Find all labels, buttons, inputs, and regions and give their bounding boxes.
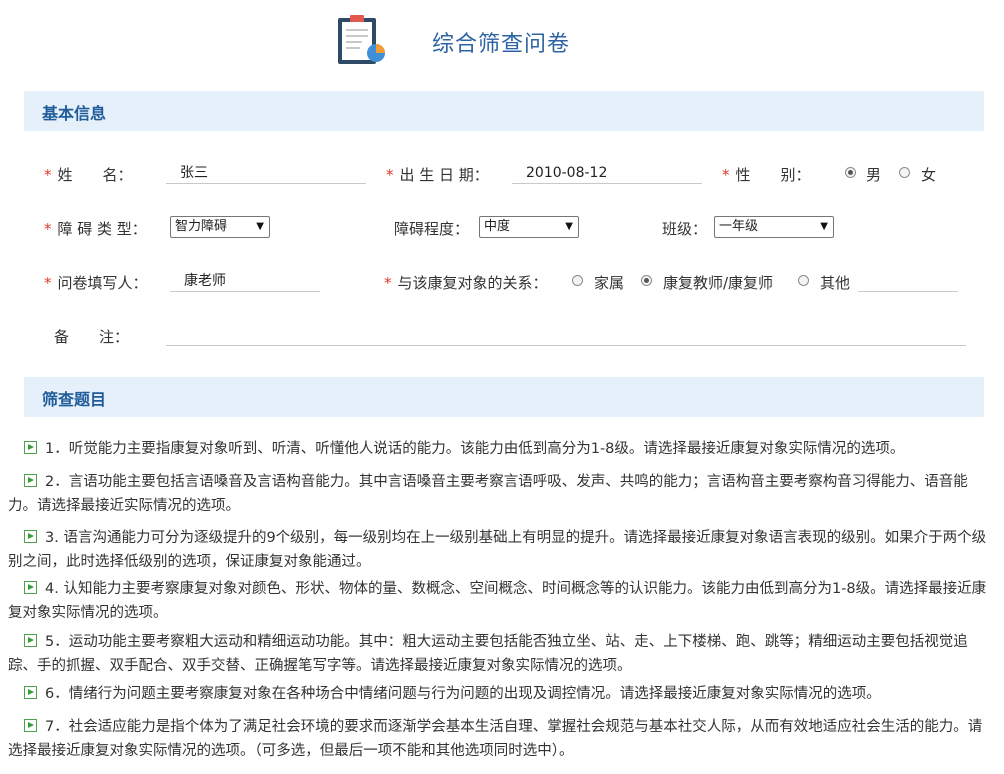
name-label: * 姓 名： <box>44 166 133 184</box>
page-title: 综合筛查问卷 <box>432 32 571 57</box>
disability-level-select[interactable]: 中度 ▼ <box>479 216 579 238</box>
chevron-down-icon: ▼ <box>256 221 264 232</box>
expand-arrow-icon[interactable] <box>24 441 37 454</box>
birth-label: * 出 生 日 期： <box>386 166 489 184</box>
class-label: 班级： <box>662 220 708 238</box>
filler-label: * 问卷填写人： <box>44 274 148 292</box>
clipboard-chart-icon <box>338 15 385 64</box>
remark-field[interactable] <box>166 324 966 346</box>
name-field[interactable]: 张三 <box>166 162 366 184</box>
relation-other-radio[interactable] <box>798 275 809 286</box>
gender-label: * 性 别： <box>722 166 811 184</box>
question-text: 3. 语言沟通能力可分为逐级提升的9个级别，每一级别均在上一级别基础上有明显的提… <box>8 530 987 570</box>
relation-label: * 与该康复对象的关系： <box>384 274 548 292</box>
relation-family-radio[interactable] <box>572 275 583 286</box>
class-select[interactable]: 一年级 ▼ <box>714 216 834 238</box>
expand-arrow-icon[interactable] <box>24 581 37 594</box>
gender-female-radio[interactable] <box>899 167 910 178</box>
expand-arrow-icon[interactable] <box>24 719 37 732</box>
section-title: 基本信息 <box>42 104 107 123</box>
relation-other-label: 其他 <box>820 274 851 292</box>
disability-level-value: 中度 <box>484 219 511 234</box>
question-text: 6．情绪行为问题主要考察康复对象在各种场合中情绪问题与行为问题的出现及调控情况。… <box>45 686 881 702</box>
question-7[interactable]: 7．社会适应能力是指个体为了满足社会环境的要求而逐渐学会基本生活自理、掌握社会规… <box>8 715 994 763</box>
relation-teacher-label: 康复教师/康复师 <box>663 274 774 292</box>
question-text: 2．言语功能主要包括言语嗓音及言语构音能力。其中言语嗓音主要考察言语呼吸、发声、… <box>8 474 968 514</box>
question-6[interactable]: 6．情绪行为问题主要考察康复对象在各种场合中情绪问题与行为问题的出现及调控情况。… <box>8 682 994 706</box>
question-text: 5．运动功能主要考察粗大运动和精细运动功能。其中：粗大运动主要包括能否独立坐、站… <box>8 634 968 674</box>
question-1[interactable]: 1．听觉能力主要指康复对象听到、听清、听懂他人说话的能力。该能力由低到高分为1-… <box>8 437 994 461</box>
relation-other-field[interactable] <box>858 270 958 292</box>
relation-teacher-radio[interactable] <box>641 275 652 286</box>
section-title: 筛查题目 <box>42 390 107 409</box>
chevron-down-icon: ▼ <box>565 221 573 232</box>
expand-arrow-icon[interactable] <box>24 686 37 699</box>
question-text: 4. 认知能力主要考察康复对象对颜色、形状、物体的量、数概念、空间概念、时间概念… <box>8 581 987 621</box>
gender-male-label: 男 <box>866 166 882 184</box>
relation-family-label: 家属 <box>594 274 625 292</box>
section-screening: 筛查题目 <box>24 377 984 417</box>
remark-label: 备 注： <box>54 328 130 346</box>
question-3[interactable]: 3. 语言沟通能力可分为逐级提升的9个级别，每一级别均在上一级别基础上有明显的提… <box>8 526 994 574</box>
question-text: 7．社会适应能力是指个体为了满足社会环境的要求而逐渐学会基本生活自理、掌握社会规… <box>8 719 983 759</box>
disability-level-label: 障碍程度： <box>394 220 470 238</box>
question-4[interactable]: 4. 认知能力主要考察康复对象对颜色、形状、物体的量、数概念、空间概念、时间概念… <box>8 577 994 625</box>
question-2[interactable]: 2．言语功能主要包括言语嗓音及言语构音能力。其中言语嗓音主要考察言语呼吸、发声、… <box>8 470 994 518</box>
question-text: 1．听觉能力主要指康复对象听到、听清、听懂他人说话的能力。该能力由低到高分为1-… <box>45 441 905 457</box>
filler-field[interactable]: 康老师 <box>170 270 320 292</box>
class-value: 一年级 <box>719 219 759 234</box>
page-header: 综合筛查问卷 <box>0 0 1004 80</box>
section-basic-info: 基本信息 <box>24 91 984 131</box>
gender-female-label: 女 <box>921 166 937 184</box>
disability-type-label: * 障 碍 类 型： <box>44 220 147 238</box>
expand-arrow-icon[interactable] <box>24 474 37 487</box>
disability-type-select[interactable]: 智力障碍 ▼ <box>170 216 270 238</box>
disability-type-value: 智力障碍 <box>175 219 228 234</box>
birth-date-field[interactable]: 2010-08-12 <box>512 162 702 184</box>
expand-arrow-icon[interactable] <box>24 634 37 647</box>
expand-arrow-icon[interactable] <box>24 530 37 543</box>
gender-male-radio[interactable] <box>845 167 856 178</box>
chevron-down-icon: ▼ <box>820 221 828 232</box>
question-5[interactable]: 5．运动功能主要考察粗大运动和精细运动功能。其中：粗大运动主要包括能否独立坐、站… <box>8 630 994 678</box>
